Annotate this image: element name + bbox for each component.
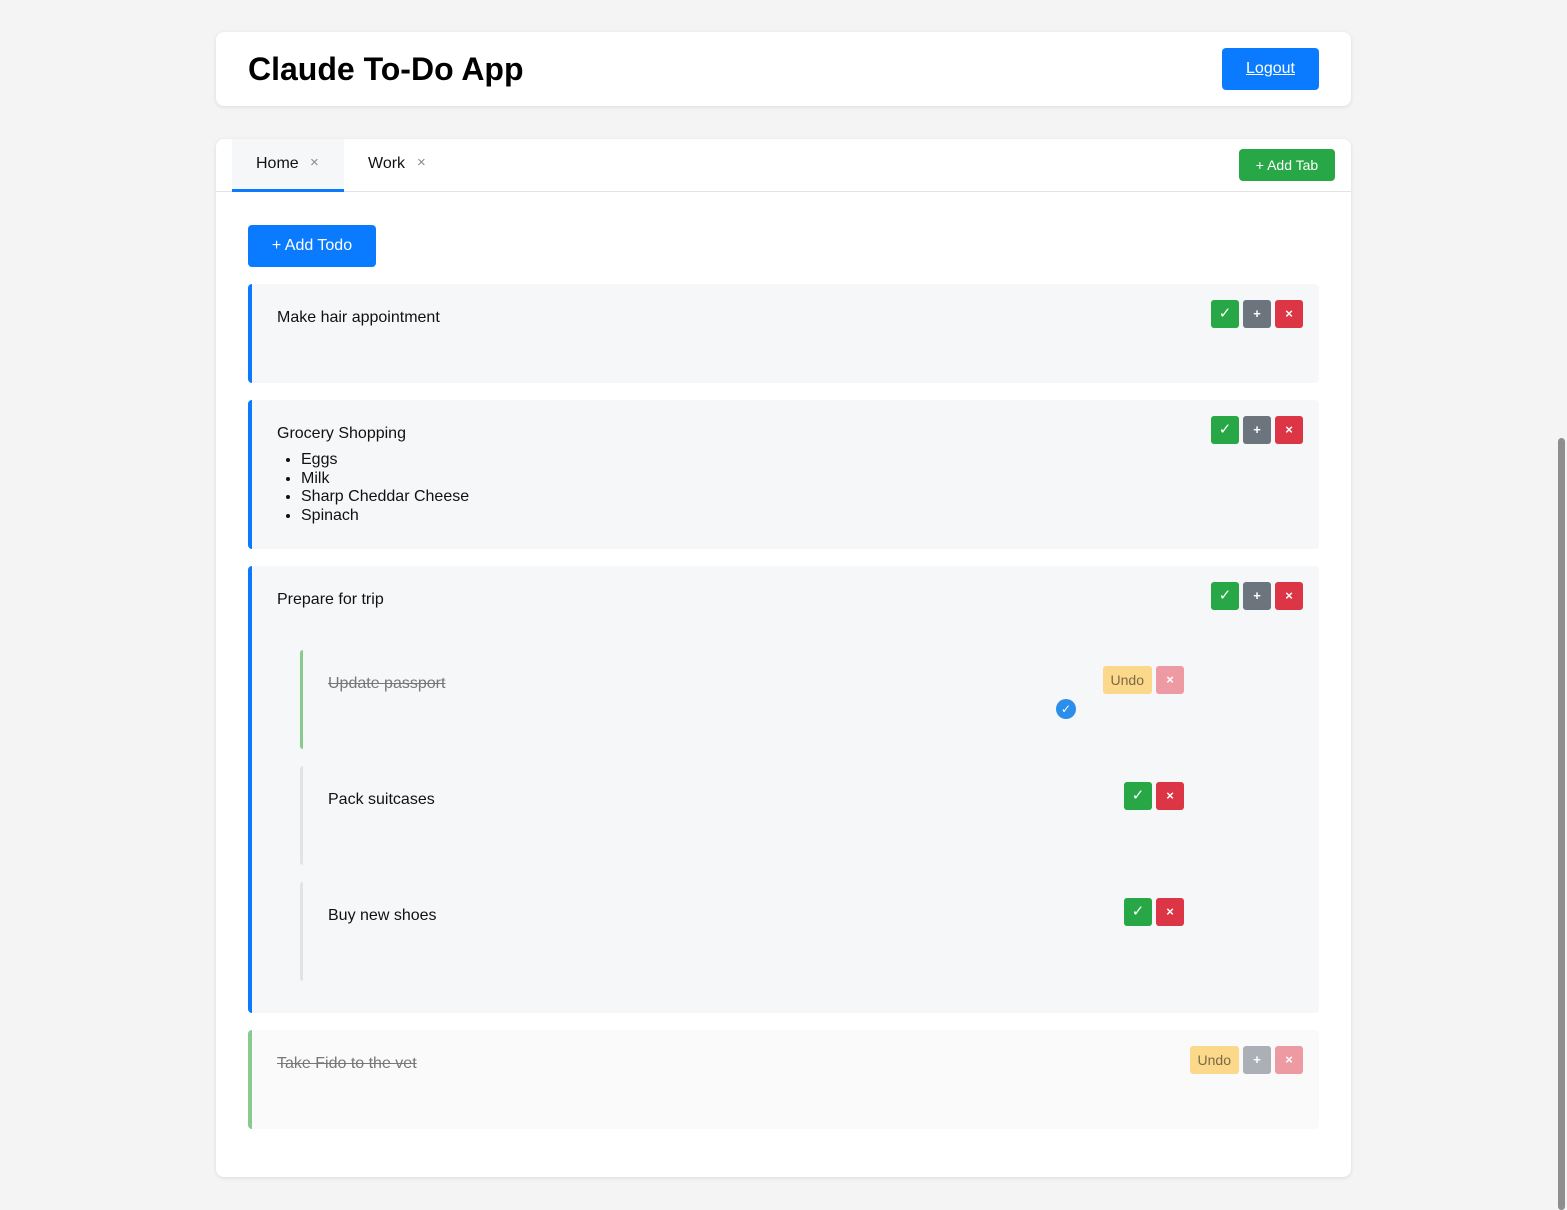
tab-label: Work: [368, 155, 406, 172]
todo-text: Prepare for trip: [277, 591, 384, 608]
list-item: Spinach: [301, 507, 469, 526]
tab-close-icon[interactable]: ×: [417, 154, 426, 171]
todo-actions: ✓ + ×: [1211, 416, 1303, 444]
todo-text: Take Fido to the vet: [277, 1055, 417, 1072]
add-subtodo-button[interactable]: +: [1243, 300, 1271, 328]
subtodo-text: Buy new shoes: [328, 907, 437, 924]
subtodo-actions: Undo ×: [1102, 666, 1184, 694]
tab-close-icon[interactable]: ×: [310, 154, 319, 171]
logout-button[interactable]: Logout: [1222, 48, 1319, 90]
app-title: Claude To-Do App: [248, 51, 524, 87]
todo-panel: Home × Work × + Add Tab + Add Todo Make …: [216, 139, 1351, 1177]
completed-checkmark-icon: ✓: [1056, 699, 1076, 719]
list-item: Eggs: [301, 451, 469, 470]
subtodo-actions: ✓ ×: [1124, 782, 1184, 810]
subtodo-text: Pack suitcases: [328, 791, 435, 808]
delete-button[interactable]: ×: [1275, 582, 1303, 610]
delete-button[interactable]: ×: [1156, 782, 1184, 810]
list-item: Milk: [301, 470, 469, 489]
list-item: Sharp Cheddar Cheese: [301, 488, 469, 507]
todo-item: Prepare for trip ✓ + × Update passport U…: [248, 566, 1319, 1013]
subtodo-actions: ✓ ×: [1124, 898, 1184, 926]
add-subtodo-button[interactable]: +: [1243, 416, 1271, 444]
delete-button[interactable]: ×: [1275, 1046, 1303, 1074]
delete-button[interactable]: ×: [1275, 416, 1303, 444]
todo-bullet-list: Eggs Milk Sharp Cheddar Cheese Spinach: [277, 451, 469, 525]
scrollbar[interactable]: [1556, 0, 1567, 1210]
todo-actions: Undo + ×: [1189, 1046, 1303, 1074]
todo-item: Grocery Shopping Eggs Milk Sharp Cheddar…: [248, 400, 1319, 549]
tab-home[interactable]: Home ×: [232, 139, 344, 192]
tab-bar: Home × Work × + Add Tab: [216, 139, 1351, 192]
undo-button[interactable]: Undo: [1102, 666, 1152, 694]
app-header: Claude To-Do App Logout: [216, 32, 1351, 106]
undo-button[interactable]: Undo: [1189, 1046, 1239, 1074]
subtodo-text: Update passport: [328, 675, 446, 692]
complete-button[interactable]: ✓: [1124, 898, 1152, 926]
add-subtodo-button[interactable]: +: [1243, 1046, 1271, 1074]
add-subtodo-button[interactable]: +: [1243, 582, 1271, 610]
delete-button[interactable]: ×: [1275, 300, 1303, 328]
todo-item: Take Fido to the vet Undo + ×: [248, 1030, 1319, 1129]
scrollbar-thumb[interactable]: [1558, 438, 1565, 1210]
add-tab-button[interactable]: + Add Tab: [1239, 149, 1335, 181]
delete-button[interactable]: ×: [1156, 898, 1184, 926]
todo-actions: ✓ + ×: [1211, 300, 1303, 328]
todo-item: Make hair appointment ✓ + ×: [248, 284, 1319, 383]
todo-text: Grocery Shopping: [277, 425, 406, 442]
complete-button[interactable]: ✓: [1211, 300, 1239, 328]
subtodo-item: Pack suitcases ✓ ×: [300, 766, 1184, 865]
tab-label: Home: [256, 155, 299, 172]
todo-actions: ✓ + ×: [1211, 582, 1303, 610]
complete-button[interactable]: ✓: [1211, 582, 1239, 610]
add-todo-button[interactable]: + Add Todo: [248, 225, 376, 267]
complete-button[interactable]: ✓: [1124, 782, 1152, 810]
subtodo-item: Update passport Undo × ✓: [300, 650, 1184, 749]
todo-text: Make hair appointment: [277, 309, 440, 326]
complete-button[interactable]: ✓: [1211, 416, 1239, 444]
delete-button[interactable]: ×: [1156, 666, 1184, 694]
subtodo-item: Buy new shoes ✓ ×: [300, 882, 1184, 981]
tab-work[interactable]: Work ×: [344, 139, 448, 192]
